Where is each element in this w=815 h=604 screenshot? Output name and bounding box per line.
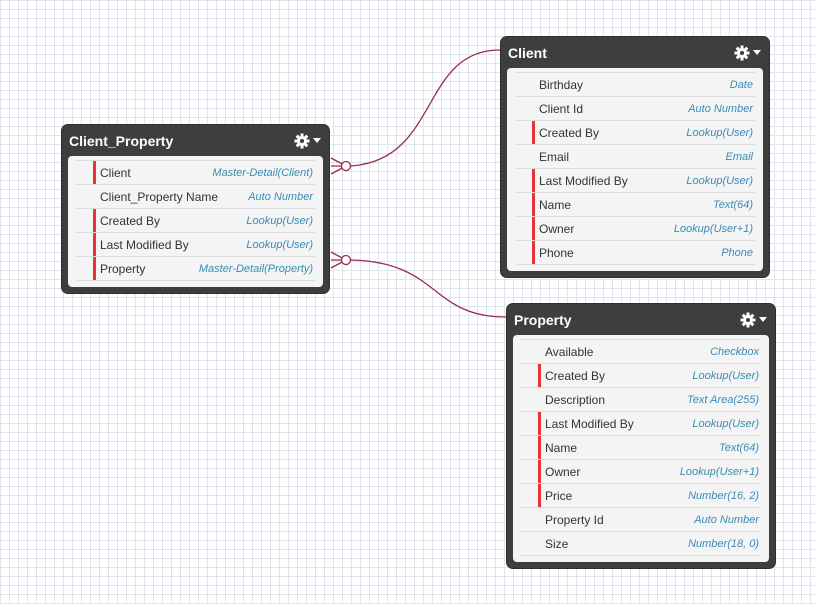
field-row[interactable]: Client_Property Name Auto Number bbox=[76, 184, 315, 208]
field-type: Auto Number bbox=[688, 102, 753, 115]
field-type: Lookup(User) bbox=[686, 174, 753, 187]
field-name: Last Modified By bbox=[100, 237, 189, 252]
field-name: Price bbox=[545, 488, 573, 503]
field-name: Created By bbox=[539, 125, 600, 140]
caret-down-icon bbox=[759, 317, 767, 322]
object-header[interactable]: Property bbox=[507, 304, 775, 335]
field-name: Property Id bbox=[545, 512, 604, 527]
field-name: Property bbox=[100, 261, 146, 276]
field-row[interactable]: Client Master-Detail(Client) bbox=[76, 160, 315, 184]
field-type: Master-Detail(Property) bbox=[198, 262, 313, 275]
field-type: Checkbox bbox=[710, 345, 759, 358]
object-title: Property bbox=[514, 311, 572, 328]
field-name: Last Modified By bbox=[539, 173, 628, 188]
field-type: Lookup(User+1) bbox=[673, 222, 753, 235]
field-row[interactable]: Owner Lookup(User+1) bbox=[515, 216, 755, 240]
field-type: Auto Number bbox=[248, 190, 313, 203]
field-row[interactable]: Name Text(64) bbox=[521, 435, 761, 459]
field-row[interactable]: Price Number(16, 2) bbox=[521, 483, 761, 507]
field-name: Email bbox=[539, 149, 570, 164]
field-row[interactable]: Birthday Date bbox=[515, 72, 755, 96]
object-property[interactable]: Property Available Checkbox Created By Look… bbox=[507, 304, 775, 568]
field-row[interactable]: Last Modified By Lookup(User) bbox=[76, 232, 315, 256]
field-type: Number(18, 0) bbox=[688, 537, 759, 550]
field-name: Client_Property Name bbox=[100, 189, 219, 204]
crowfoot-icon bbox=[330, 157, 352, 175]
field-list: Client Master-Detail(Client) Client_Proper… bbox=[68, 156, 323, 287]
caret-down-icon bbox=[753, 50, 761, 55]
object-title: Client bbox=[508, 44, 547, 61]
gear-icon bbox=[294, 133, 310, 149]
object-header[interactable]: Client_Property bbox=[62, 125, 329, 156]
field-row[interactable]: Owner Lookup(User+1) bbox=[521, 459, 761, 483]
field-list: Birthday Date Client Id Auto Number Created … bbox=[507, 68, 763, 271]
object-menu-button[interactable] bbox=[734, 45, 761, 61]
field-type: Email bbox=[725, 150, 753, 163]
field-type: Lookup(User+1) bbox=[679, 465, 759, 478]
field-name: Size bbox=[545, 536, 569, 551]
field-type: Lookup(User) bbox=[692, 417, 759, 430]
field-name: Phone bbox=[539, 245, 574, 260]
crowfoot-icon bbox=[330, 251, 352, 269]
field-name: Created By bbox=[100, 213, 161, 228]
object-menu-button[interactable] bbox=[294, 133, 321, 149]
field-row[interactable]: Available Checkbox bbox=[521, 339, 761, 363]
field-name: Name bbox=[539, 197, 572, 212]
object-menu-button[interactable] bbox=[740, 312, 767, 328]
field-row[interactable]: Created By Lookup(User) bbox=[76, 208, 315, 232]
field-type: Lookup(User) bbox=[686, 126, 753, 139]
gear-icon bbox=[740, 312, 756, 328]
field-type: Phone bbox=[721, 246, 753, 259]
link-client-property-to-client[interactable] bbox=[350, 49, 501, 167]
field-type: Master-Detail(Client) bbox=[212, 166, 313, 179]
field-type: Text Area(255) bbox=[687, 393, 759, 406]
field-row[interactable]: Created By Lookup(User) bbox=[521, 363, 761, 387]
field-row[interactable]: Description Text Area(255) bbox=[521, 387, 761, 411]
field-type: Auto Number bbox=[694, 513, 759, 526]
field-row[interactable]: Last Modified By Lookup(User) bbox=[515, 168, 755, 192]
field-type: Lookup(User) bbox=[692, 369, 759, 382]
field-type: Lookup(User) bbox=[246, 238, 313, 251]
field-list: Available Checkbox Created By Lookup(User) D… bbox=[513, 335, 769, 562]
field-name: Client Id bbox=[539, 101, 584, 116]
field-row[interactable]: Size Number(18, 0) bbox=[521, 531, 761, 556]
link-client-property-to-property[interactable] bbox=[350, 259, 507, 318]
field-name: Birthday bbox=[539, 77, 584, 92]
field-name: Available bbox=[545, 344, 594, 359]
field-row[interactable]: Created By Lookup(User) bbox=[515, 120, 755, 144]
object-client-property[interactable]: Client_Property Client Master-Detail(Clie… bbox=[62, 125, 329, 293]
field-type: Lookup(User) bbox=[246, 214, 313, 227]
caret-down-icon bbox=[313, 138, 321, 143]
field-row[interactable]: Email Email bbox=[515, 144, 755, 168]
field-row[interactable]: Client Id Auto Number bbox=[515, 96, 755, 120]
field-name: Description bbox=[545, 392, 606, 407]
field-row[interactable]: Phone Phone bbox=[515, 240, 755, 265]
field-name: Owner bbox=[539, 221, 575, 236]
field-type: Number(16, 2) bbox=[688, 489, 759, 502]
field-row[interactable]: Name Text(64) bbox=[515, 192, 755, 216]
gear-icon bbox=[734, 45, 750, 61]
field-row[interactable]: Last Modified By Lookup(User) bbox=[521, 411, 761, 435]
field-name: Last Modified By bbox=[545, 416, 634, 431]
field-row[interactable]: Property Id Auto Number bbox=[521, 507, 761, 531]
object-header[interactable]: Client bbox=[501, 37, 769, 68]
field-name: Client bbox=[100, 165, 131, 180]
field-name: Name bbox=[545, 440, 578, 455]
object-client[interactable]: Client Birthday Date Client Id Auto Number C… bbox=[501, 37, 769, 277]
field-type: Date bbox=[729, 78, 753, 91]
field-name: Created By bbox=[545, 368, 606, 383]
field-name: Owner bbox=[545, 464, 581, 479]
field-type: Text(64) bbox=[713, 198, 753, 211]
object-title: Client_Property bbox=[69, 132, 174, 149]
field-row[interactable]: Property Master-Detail(Property) bbox=[76, 256, 315, 281]
field-type: Text(64) bbox=[719, 441, 759, 454]
